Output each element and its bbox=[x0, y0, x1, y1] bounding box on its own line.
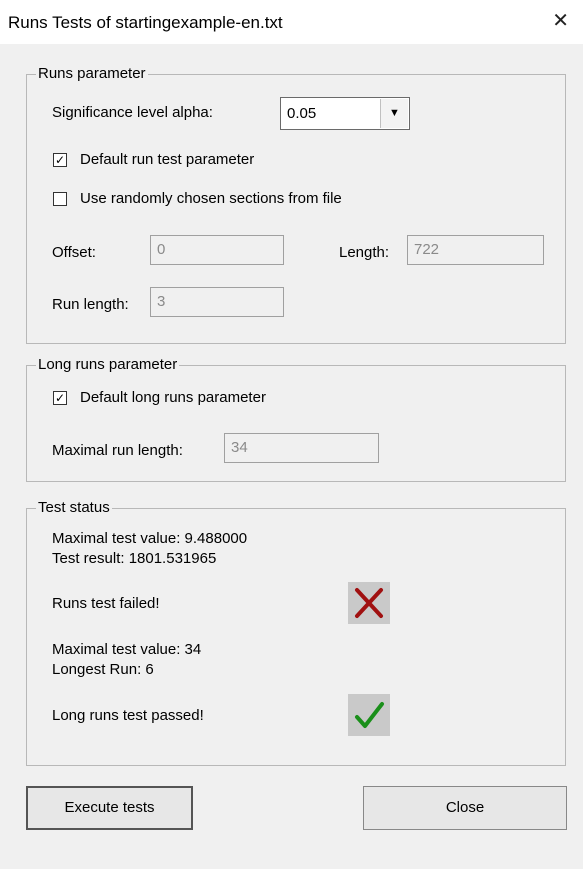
test-status-legend: Test status bbox=[36, 499, 112, 517]
checkmark-icon bbox=[348, 694, 390, 736]
long-runs-test-message: Long runs test passed! bbox=[52, 707, 204, 724]
runs-max-test-value: Maximal test value: 9.488000 bbox=[52, 530, 248, 547]
run-length-field[interactable]: 3 bbox=[150, 287, 284, 317]
close-icon[interactable]: ✕ bbox=[552, 11, 569, 31]
chevron-down-icon[interactable]: ▼ bbox=[380, 99, 408, 128]
offset-value: 0 bbox=[157, 241, 166, 258]
length-value: 722 bbox=[414, 241, 440, 258]
default-run-test-label: Default run test parameter bbox=[80, 151, 255, 168]
max-run-length-field[interactable]: 34 bbox=[224, 433, 379, 463]
max-run-length-value: 34 bbox=[231, 439, 248, 456]
run-length-value: 3 bbox=[157, 293, 166, 310]
window-title: Runs Tests of startingexample-en.txt bbox=[8, 13, 283, 32]
longest-run: Longest Run: 6 bbox=[52, 661, 154, 678]
execute-tests-button[interactable]: Execute tests bbox=[26, 786, 193, 830]
long-max-test-value: Maximal test value: 34 bbox=[52, 641, 202, 658]
offset-label: Offset: bbox=[52, 244, 96, 261]
length-label: Length: bbox=[339, 244, 390, 261]
title-bar: Runs Tests of startingexample-en.txt ✕ bbox=[0, 0, 583, 44]
long-runs-parameter-legend: Long runs parameter bbox=[36, 356, 180, 374]
runs-test-result: Test result: 1801.531965 bbox=[52, 550, 217, 567]
alpha-select-value: 0.05 bbox=[287, 105, 317, 122]
default-run-test-checkbox[interactable]: ✓ bbox=[53, 153, 67, 167]
random-sections-checkbox[interactable] bbox=[53, 192, 67, 206]
alpha-select[interactable]: 0.05 ▼ bbox=[280, 97, 410, 130]
max-run-length-label: Maximal run length: bbox=[52, 442, 183, 459]
random-sections-label: Use randomly chosen sections from file bbox=[80, 190, 342, 207]
default-long-runs-label: Default long runs parameter bbox=[80, 389, 266, 406]
alpha-label: Significance level alpha: bbox=[52, 104, 213, 121]
close-button[interactable]: Close bbox=[363, 786, 567, 830]
runs-parameter-legend: Runs parameter bbox=[36, 65, 148, 83]
length-field[interactable]: 722 bbox=[407, 235, 544, 265]
long-runs-parameter-group: Long runs parameter bbox=[26, 356, 566, 482]
cross-icon bbox=[348, 582, 390, 624]
run-length-label: Run length: bbox=[52, 296, 129, 313]
runs-test-message: Runs test failed! bbox=[52, 595, 160, 612]
default-long-runs-checkbox[interactable]: ✓ bbox=[53, 391, 67, 405]
offset-field[interactable]: 0 bbox=[150, 235, 284, 265]
